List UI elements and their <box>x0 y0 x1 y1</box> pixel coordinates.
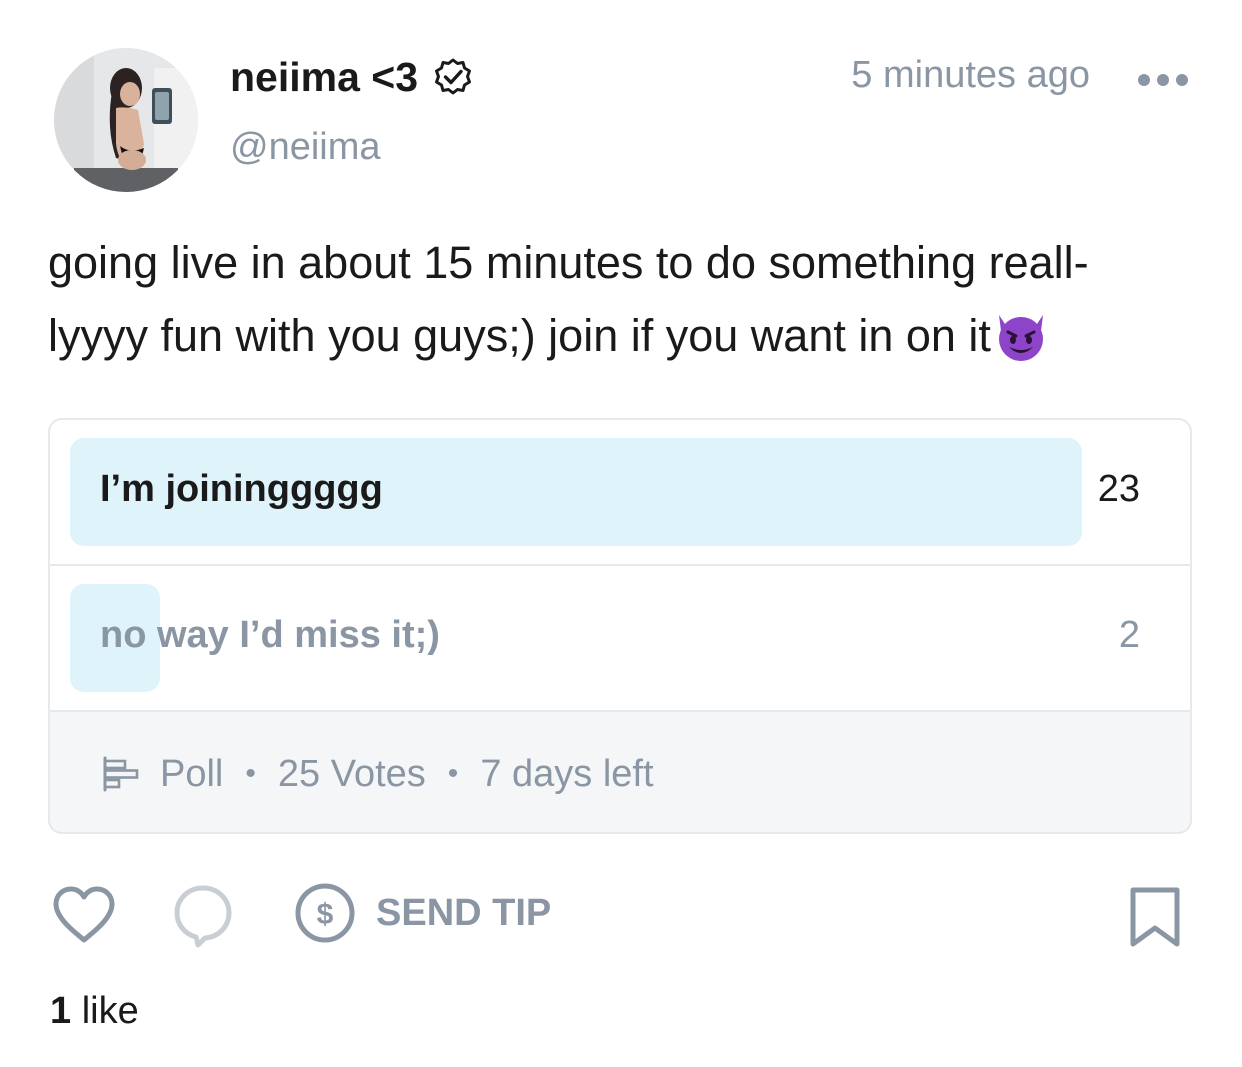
post-text-line: going live in about 15 minutes to do som… <box>48 237 1089 288</box>
poll-votes-total: 25 Votes <box>277 752 426 795</box>
poll: I’m joininggggg 23 no way I’d miss it;) … <box>48 418 1192 834</box>
bookmark-icon[interactable] <box>1128 886 1182 948</box>
send-tip-label: SEND TIP <box>376 891 552 934</box>
avatar-image <box>54 48 198 192</box>
poll-option-votes: 2 <box>1118 614 1140 656</box>
poll-option-label: I’m joininggggg <box>100 468 383 510</box>
likes-number: 1 <box>50 990 72 1032</box>
post-text: going live in about 15 minutes to do som… <box>48 226 1198 372</box>
poll-time-left: 7 days left <box>480 752 654 795</box>
post-text-line: lyyyy fun with you guys;) join if you wa… <box>48 310 991 361</box>
author-display-name[interactable]: neiima <3 <box>230 54 418 101</box>
poll-option-2[interactable]: no way I’d miss it;) 2 <box>50 566 1190 712</box>
author-handle[interactable]: @neiima <box>230 126 381 169</box>
poll-option-1[interactable]: I’m joininggggg 23 <box>50 420 1190 566</box>
separator-dot: • <box>447 757 459 790</box>
post-timestamp: 5 minutes ago <box>851 54 1090 96</box>
author-name-row[interactable]: neiima <3 <box>230 54 474 101</box>
avatar[interactable] <box>54 48 198 192</box>
poll-option-label: no way I’d miss it;) <box>100 614 440 656</box>
likes-count[interactable]: 1 like <box>50 990 139 1033</box>
likes-label: like <box>81 990 139 1032</box>
more-options-icon[interactable] <box>1138 70 1190 90</box>
post-text-line-with-emoji: lyyyy fun with you guys;) join if you wa… <box>48 299 1198 372</box>
svg-text:$: $ <box>317 898 334 931</box>
verified-badge-icon <box>435 58 472 94</box>
comment-icon[interactable] <box>172 884 234 948</box>
smiling-devil-emoji-icon <box>998 315 1043 361</box>
poll-option-votes: 23 <box>1097 468 1140 510</box>
poll-icon <box>103 756 139 792</box>
heart-icon[interactable] <box>52 886 116 944</box>
poll-footer: Poll • 25 Votes • 7 days left <box>50 712 1190 832</box>
dollar-coin-icon: $ <box>295 883 355 943</box>
send-tip-button[interactable]: $ SEND TIP <box>294 880 551 946</box>
poll-type-label: Poll <box>160 752 224 795</box>
post-actions: $ SEND TIP <box>0 880 1242 950</box>
separator-dot: • <box>245 757 256 790</box>
